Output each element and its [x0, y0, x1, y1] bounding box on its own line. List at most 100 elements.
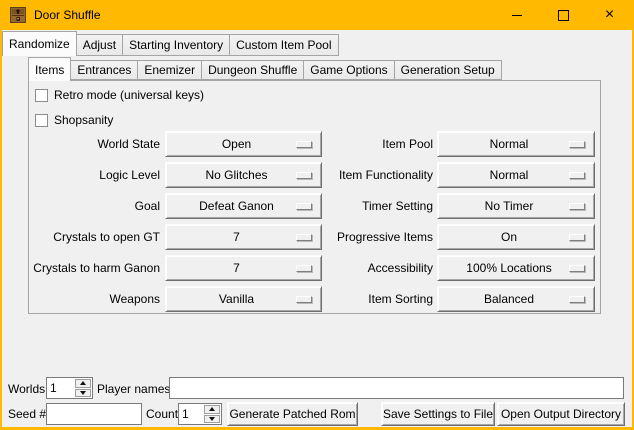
goal-label: Goal: [20, 193, 160, 219]
dropdown-indicator-icon: [569, 296, 585, 303]
logic-level-label: Logic Level: [20, 162, 160, 188]
worlds-label: Worlds: [8, 378, 45, 400]
tab-starting-inventory[interactable]: Starting Inventory: [122, 34, 230, 56]
count-label: Count: [146, 403, 178, 425]
seed-label: Seed #: [8, 403, 46, 425]
tab-adjust[interactable]: Adjust: [76, 34, 123, 56]
crystals-open-gt-value: 7: [233, 230, 240, 244]
item-functionality-dropdown[interactable]: Normal: [437, 162, 595, 188]
world-state-value: Open: [222, 137, 251, 151]
tab-adjust-label: Adjust: [83, 38, 116, 52]
arrow-up-icon: [209, 407, 215, 411]
generate-rom-button[interactable]: Generate Patched Rom: [227, 402, 358, 426]
worlds-spinner-value: 1: [50, 378, 57, 398]
tab-entrances-label: Entrances: [77, 63, 131, 77]
goal-value: Defeat Ganon: [199, 199, 274, 213]
item-pool-dropdown[interactable]: Normal: [437, 131, 595, 157]
crystals-harm-ganon-value: 7: [233, 261, 240, 275]
arrow-down-icon: [209, 417, 215, 421]
close-icon: ×: [605, 7, 614, 23]
worlds-spinner-buttons: [75, 379, 91, 397]
spinner-up-button[interactable]: [204, 405, 220, 414]
dropdown-indicator-icon: [569, 203, 585, 210]
count-spinner-buttons: [204, 405, 220, 423]
dropdown-indicator-icon: [569, 265, 585, 272]
tab-dungeon-shuffle[interactable]: Dungeon Shuffle: [201, 60, 304, 80]
progressive-items-label: Progressive Items: [283, 224, 433, 250]
tab-enemizer[interactable]: Enemizer: [137, 60, 202, 80]
shopsanity-checkbox-row[interactable]: Shopsanity: [35, 112, 113, 128]
spinner-up-button[interactable]: [75, 379, 91, 388]
tab-game-options-label: Game Options: [310, 63, 387, 77]
app-window: Door Shuffle × Randomize Adjust Starting…: [0, 0, 634, 430]
main-tabbar: Randomize Adjust Starting Inventory Cust…: [2, 31, 338, 56]
tab-entrances[interactable]: Entrances: [70, 60, 138, 80]
tab-items[interactable]: Items: [28, 57, 71, 81]
maximize-icon: [558, 10, 569, 21]
app-icon: [10, 7, 26, 23]
tab-randomize[interactable]: Randomize: [2, 31, 77, 56]
shopsanity-checkbox[interactable]: [35, 114, 48, 127]
progressive-items-value: On: [501, 230, 517, 244]
arrow-up-icon: [80, 381, 86, 385]
item-sorting-value: Balanced: [484, 292, 534, 306]
tab-generation-setup[interactable]: Generation Setup: [394, 60, 502, 80]
spinner-down-button[interactable]: [204, 415, 220, 424]
generate-rom-button-label: Generate Patched Rom: [229, 407, 355, 421]
timer-setting-dropdown[interactable]: No Timer: [437, 193, 595, 219]
worlds-spinner[interactable]: 1: [46, 377, 93, 399]
tab-custom-item-pool-label: Custom Item Pool: [236, 38, 331, 52]
randomize-tabbar: Items Entrances Enemizer Dungeon Shuffle…: [28, 57, 501, 81]
player-names-label: Player names: [97, 378, 170, 400]
tab-dungeon-shuffle-label: Dungeon Shuffle: [208, 63, 297, 77]
dropdown-indicator-icon: [569, 234, 585, 241]
minimize-button[interactable]: [494, 0, 540, 30]
crystals-harm-ganon-label: Crystals to harm Ganon: [20, 255, 160, 281]
crystals-open-gt-label: Crystals to open GT: [20, 224, 160, 250]
tab-generation-setup-label: Generation Setup: [401, 63, 495, 77]
count-spinner[interactable]: 1: [178, 403, 222, 425]
timer-setting-label: Timer Setting: [283, 193, 433, 219]
item-pool-label: Item Pool: [283, 131, 433, 157]
count-spinner-value: 1: [182, 404, 189, 424]
accessibility-value: 100% Locations: [466, 261, 551, 275]
accessibility-dropdown[interactable]: 100% Locations: [437, 255, 595, 281]
open-output-button-label: Open Output Directory: [501, 407, 621, 421]
dropdown-indicator-icon: [569, 172, 585, 179]
item-functionality-value: Normal: [490, 168, 529, 182]
save-settings-button[interactable]: Save Settings to File: [381, 402, 495, 426]
open-output-button[interactable]: Open Output Directory: [497, 402, 625, 426]
item-sorting-label: Item Sorting: [283, 286, 433, 312]
arrow-down-icon: [80, 391, 86, 395]
minimize-icon: [512, 15, 522, 16]
close-button[interactable]: ×: [587, 0, 632, 30]
accessibility-label: Accessibility: [283, 255, 433, 281]
item-functionality-label: Item Functionality: [283, 162, 433, 188]
tab-custom-item-pool[interactable]: Custom Item Pool: [229, 34, 338, 56]
save-settings-button-label: Save Settings to File: [383, 407, 493, 421]
logic-level-value: No Glitches: [205, 168, 267, 182]
dropdown-indicator-icon: [569, 141, 585, 148]
retro-mode-checkbox[interactable]: [35, 89, 48, 102]
retro-mode-checkbox-row[interactable]: Retro mode (universal keys): [35, 87, 204, 103]
titlebar[interactable]: Door Shuffle ×: [0, 0, 634, 30]
player-names-input[interactable]: [169, 377, 624, 399]
seed-input[interactable]: [46, 403, 142, 425]
maximize-button[interactable]: [540, 0, 586, 30]
tab-items-label: Items: [35, 63, 64, 77]
tab-enemizer-label: Enemizer: [144, 63, 195, 77]
item-pool-value: Normal: [490, 137, 529, 151]
tab-game-options[interactable]: Game Options: [303, 60, 394, 80]
tab-randomize-label: Randomize: [9, 37, 70, 51]
window-title: Door Shuffle: [34, 0, 101, 30]
tab-starting-inventory-label: Starting Inventory: [129, 38, 223, 52]
weapons-value: Vanilla: [219, 292, 254, 306]
progressive-items-dropdown[interactable]: On: [437, 224, 595, 250]
item-sorting-dropdown[interactable]: Balanced: [437, 286, 595, 312]
world-state-label: World State: [20, 131, 160, 157]
timer-setting-value: No Timer: [485, 199, 534, 213]
weapons-label: Weapons: [20, 286, 160, 312]
spinner-down-button[interactable]: [75, 389, 91, 398]
shopsanity-label: Shopsanity: [54, 112, 113, 128]
retro-mode-label: Retro mode (universal keys): [54, 87, 204, 103]
